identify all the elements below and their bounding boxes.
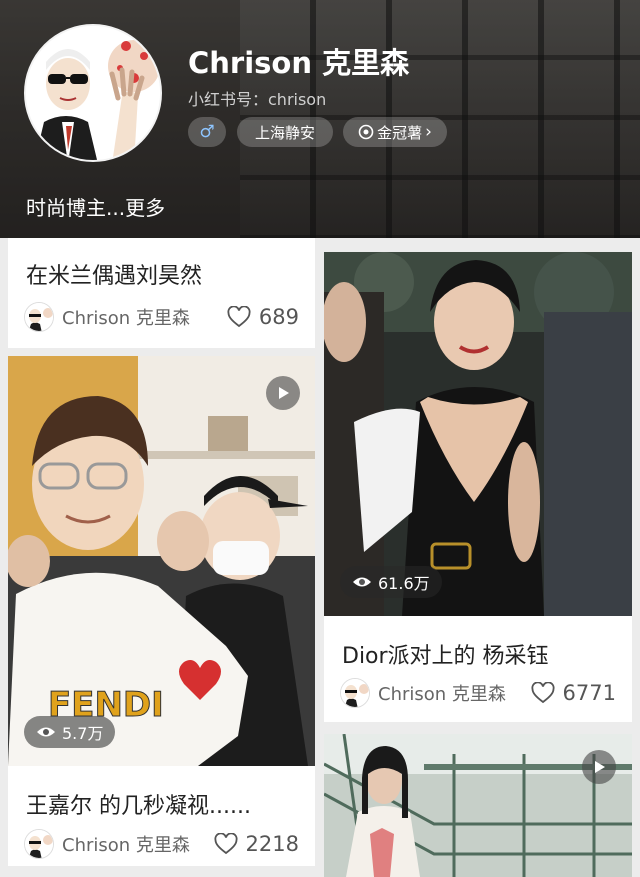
note-cover-photo: FENDI 5.7万 bbox=[8, 356, 315, 766]
views-count: 5.7万 bbox=[62, 724, 104, 743]
note-card[interactable]: 61.6万 Dior派对上的 杨采钰 Chrison 克里森 6771 bbox=[324, 252, 632, 722]
chevron-right-icon: › bbox=[425, 122, 432, 142]
location-label: 上海静安 bbox=[254, 123, 315, 142]
author-avatar[interactable] bbox=[24, 302, 54, 332]
author-name: Chrison 克里森 bbox=[378, 684, 506, 705]
like-count: 2218 bbox=[245, 832, 299, 856]
author-name: Chrison 克里森 bbox=[62, 835, 190, 856]
video-play-button[interactable] bbox=[582, 750, 616, 784]
profile-name: Chrison 克里森 bbox=[188, 46, 410, 80]
level-label: 金冠薯 bbox=[377, 123, 423, 142]
note-cover-photo bbox=[324, 734, 632, 877]
profile-id: 小红书号：chrison bbox=[188, 90, 327, 109]
author-row: Chrison 克里森 689 bbox=[24, 300, 299, 334]
video-play-button[interactable] bbox=[266, 376, 300, 410]
male-icon: ♂ bbox=[199, 122, 215, 142]
gender-tag: ♂ bbox=[188, 117, 226, 147]
heart-icon bbox=[227, 306, 251, 328]
profile-header: Chrison 克里森 小红书号：chrison ♂ 上海静安 金冠薯 › 时尚… bbox=[0, 0, 640, 238]
play-icon bbox=[595, 761, 605, 773]
location-tag[interactable]: 上海静安 bbox=[237, 117, 333, 147]
author-avatar[interactable] bbox=[24, 829, 54, 859]
like-count: 689 bbox=[258, 305, 299, 329]
like-count: 6771 bbox=[562, 681, 616, 705]
play-icon bbox=[279, 387, 289, 399]
level-tag[interactable]: 金冠薯 › bbox=[343, 117, 447, 147]
heart-icon bbox=[531, 682, 555, 704]
note-title: 王嘉尔 的几秒凝视...... bbox=[26, 794, 251, 819]
views-badge: 61.6万 bbox=[340, 566, 442, 598]
like-button[interactable]: 689 bbox=[227, 305, 299, 329]
potato-badge-icon bbox=[358, 124, 374, 140]
author-row: Chrison 克里森 2218 bbox=[24, 827, 299, 861]
profile-bio[interactable]: 时尚博主...更多 bbox=[26, 192, 165, 221]
note-card[interactable]: 在米兰偶遇刘昊然 Chrison 克里森 689 bbox=[8, 238, 315, 348]
cover-illustration: FENDI bbox=[8, 356, 315, 766]
note-card[interactable]: FENDI 5.7万 王嘉尔 的几秒凝视...... Chrison 克里森 2… bbox=[8, 356, 315, 866]
note-card[interactable] bbox=[324, 734, 632, 877]
profile-avatar[interactable] bbox=[24, 24, 162, 162]
author-avatar-illustration bbox=[341, 679, 369, 707]
heart-icon bbox=[214, 833, 238, 855]
author-avatar-illustration bbox=[25, 830, 53, 858]
author-name: Chrison 克里森 bbox=[62, 308, 190, 329]
like-button[interactable]: 6771 bbox=[531, 681, 616, 705]
cover-illustration bbox=[324, 252, 632, 616]
eye-icon bbox=[353, 577, 371, 587]
eye-icon bbox=[37, 727, 55, 737]
author-avatar-illustration bbox=[25, 303, 53, 331]
note-title: Dior派对上的 杨采钰 bbox=[342, 644, 549, 669]
views-badge: 5.7万 bbox=[24, 716, 116, 748]
note-cover-photo: 61.6万 bbox=[324, 252, 632, 616]
author-avatar[interactable] bbox=[340, 678, 370, 708]
avatar-illustration bbox=[26, 26, 160, 160]
views-count: 61.6万 bbox=[378, 574, 430, 593]
author-row: Chrison 克里森 6771 bbox=[340, 676, 616, 710]
note-title: 在米兰偶遇刘昊然 bbox=[26, 264, 203, 289]
like-button[interactable]: 2218 bbox=[214, 832, 299, 856]
